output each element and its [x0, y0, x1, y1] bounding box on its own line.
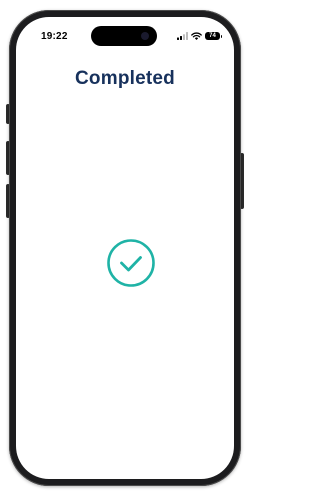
cellular-signal-icon: [177, 32, 188, 40]
status-time: 19:22: [41, 31, 68, 42]
battery-level: 74: [209, 33, 216, 39]
phone-frame: 19:22 74 Completed: [9, 10, 241, 486]
dynamic-island: [91, 26, 157, 46]
wifi-icon: [191, 32, 202, 40]
page-title: Completed: [75, 68, 175, 89]
phone-mockup: 19:22 74 Completed: [0, 0, 250, 493]
status-bar: 19:22 74: [16, 17, 234, 57]
battery-icon: 74: [205, 32, 222, 40]
phone-screen: 19:22 74 Completed: [16, 17, 234, 479]
front-camera-icon: [141, 32, 149, 40]
status-indicators: 74: [177, 31, 222, 41]
checkmark-circle-icon: [107, 239, 155, 287]
